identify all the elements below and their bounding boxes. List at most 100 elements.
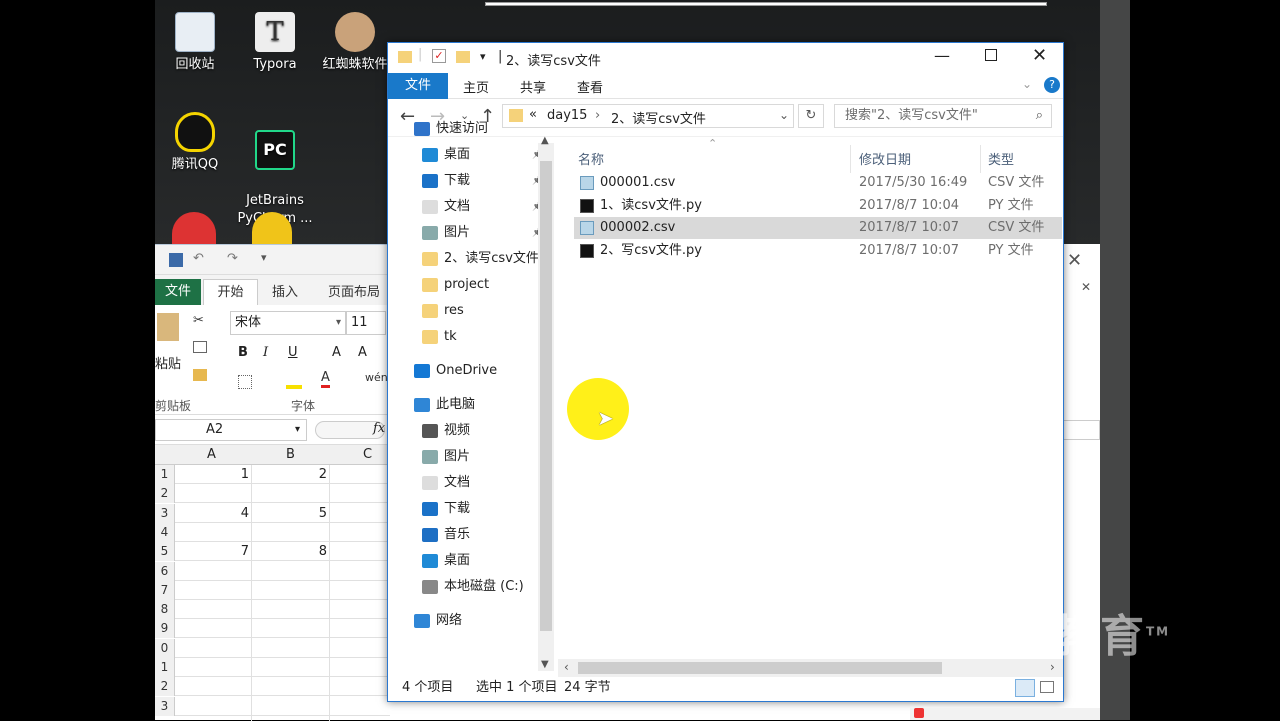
excel-formula-expand[interactable]: [1063, 420, 1100, 440]
file-row[interactable]: 2、写csv文件.py 2017/8/7 10:07 PY 文件: [574, 240, 1062, 262]
new-folder-icon[interactable]: [456, 51, 470, 63]
font-size-select[interactable]: 11: [346, 311, 386, 335]
nav-item[interactable]: 图片📌: [422, 221, 543, 245]
row-number[interactable]: 1: [155, 465, 175, 484]
scroll-down-icon[interactable]: ▼: [541, 659, 549, 670]
column-header-type[interactable]: 类型: [988, 149, 1014, 168]
cut-icon[interactable]: ✂: [193, 313, 204, 328]
save-icon[interactable]: [169, 253, 183, 267]
nav-item[interactable]: tk: [422, 325, 457, 349]
file-row[interactable]: 000002.csv 2017/8/7 10:07 CSV 文件: [574, 217, 1062, 239]
row-number[interactable]: 3: [155, 696, 175, 716]
refresh-button[interactable]: ↻: [798, 104, 824, 128]
nav-item[interactable]: 桌面: [422, 549, 470, 573]
row-number[interactable]: 0: [155, 638, 175, 658]
properties-icon[interactable]: ✓: [432, 49, 446, 63]
large-icons-view-icon[interactable]: [1040, 681, 1054, 693]
desktop-icon-red-spider[interactable]: 红蜘蛛软件: [315, 12, 395, 74]
nav-item[interactable]: 音乐: [422, 523, 470, 547]
excel-tab-home[interactable]: 开始: [203, 279, 258, 306]
ribbon-tab-file[interactable]: 文件: [388, 73, 448, 99]
nav-item[interactable]: 视频: [422, 419, 470, 443]
worksheet-grid[interactable]: 1122345457867890123: [155, 465, 390, 721]
row-number[interactable]: 2: [155, 677, 175, 697]
ribbon-tab-share[interactable]: 共享: [520, 77, 546, 96]
excel-ribbon-close-icon[interactable]: ✕: [1081, 280, 1091, 294]
cell-b[interactable]: 8: [305, 544, 327, 559]
nav-item[interactable]: 桌面📌: [422, 143, 543, 167]
column-header-c[interactable]: C: [363, 447, 372, 462]
breadcrumb-day15[interactable]: day15: [547, 108, 587, 123]
ime-toolbar[interactable]: [910, 708, 1100, 720]
excel-tab-page-layout[interactable]: 页面布局: [328, 281, 380, 300]
excel-tab-file[interactable]: 文件: [155, 279, 201, 305]
row-number[interactable]: 6: [155, 561, 175, 581]
file-row[interactable]: 1、读csv文件.py 2017/8/7 10:04 PY 文件: [574, 195, 1062, 217]
nav-item[interactable]: 文档: [422, 471, 470, 495]
customize-icon[interactable]: ▾: [261, 251, 267, 264]
nav-item[interactable]: 快速访问: [414, 117, 488, 141]
help-icon[interactable]: ?: [1044, 77, 1060, 93]
row-number[interactable]: 2: [155, 484, 175, 504]
breadcrumb-current[interactable]: 2、读写csv文件: [611, 108, 706, 127]
grow-font-button[interactable]: A: [332, 345, 341, 360]
bold-button[interactable]: B: [238, 345, 248, 360]
nav-item[interactable]: 2、读写csv文件: [422, 247, 539, 271]
nav-item[interactable]: 文档📌: [422, 195, 543, 219]
nav-item[interactable]: 此电脑: [414, 393, 475, 417]
name-box[interactable]: A2 ▾: [155, 419, 307, 441]
font-color-icon[interactable]: A: [321, 371, 330, 388]
close-button[interactable]: ✕: [1032, 45, 1047, 66]
undo-icon[interactable]: ↶: [193, 251, 204, 266]
nav-item[interactable]: project: [422, 273, 489, 297]
customize-toolbar-icon[interactable]: ▾: [480, 50, 486, 63]
row-number[interactable]: 9: [155, 619, 175, 639]
nav-item[interactable]: res: [422, 299, 464, 323]
excel-tab-insert[interactable]: 插入: [272, 281, 298, 300]
border-icon[interactable]: [238, 375, 252, 389]
file-row[interactable]: 000001.csv 2017/5/30 16:49 CSV 文件: [574, 172, 1062, 194]
excel-close-icon[interactable]: ✕: [1067, 250, 1082, 271]
expand-ribbon-icon[interactable]: ⌄: [1022, 77, 1032, 91]
h-scroll-thumb[interactable]: [578, 662, 942, 674]
scroll-left-icon[interactable]: ‹: [564, 660, 569, 674]
redo-icon[interactable]: ↷: [227, 251, 238, 266]
desktop-icon-recycle-bin[interactable]: 回收站: [155, 12, 235, 74]
phonetic-icon[interactable]: wén: [365, 371, 388, 384]
details-view-icon[interactable]: [1015, 679, 1035, 697]
address-bar[interactable]: « day15 › 2、读写csv文件 ⌄: [502, 104, 794, 128]
italic-button[interactable]: I: [263, 345, 268, 360]
paste-icon[interactable]: [157, 313, 179, 341]
row-number[interactable]: 8: [155, 600, 175, 620]
row-number[interactable]: 1: [155, 658, 175, 677]
cell-a[interactable]: 7: [225, 544, 249, 559]
nav-item[interactable]: 下载📌: [422, 169, 543, 193]
ribbon-tab-view[interactable]: 查看: [577, 77, 603, 96]
scroll-thumb[interactable]: [540, 161, 552, 631]
nav-item[interactable]: 本地磁盘 (C:): [422, 575, 524, 599]
font-name-select[interactable]: 宋体 ▾: [230, 311, 346, 335]
chevron-down-icon[interactable]: ⌄: [779, 108, 789, 122]
row-number[interactable]: 5: [155, 542, 175, 562]
ribbon-tab-home[interactable]: 主页: [463, 77, 489, 96]
copy-icon[interactable]: [193, 341, 207, 353]
nav-scrollbar[interactable]: ▲ ▼: [538, 135, 554, 671]
maximize-button[interactable]: [985, 49, 997, 61]
back-arrow-icon[interactable]: ←: [400, 106, 415, 127]
nav-item[interactable]: 下载: [422, 497, 470, 521]
column-header-date[interactable]: 修改日期: [859, 149, 911, 168]
column-header-name[interactable]: 名称: [578, 149, 604, 168]
desktop-icon-typora[interactable]: T Typora: [235, 12, 315, 74]
scroll-up-icon[interactable]: ▲: [541, 135, 549, 146]
format-painter-icon[interactable]: [193, 369, 207, 381]
input-method-icon[interactable]: [914, 708, 924, 718]
row-number[interactable]: 7: [155, 580, 175, 600]
search-input[interactable]: 搜索"2、读写csv文件" ⌕: [834, 104, 1052, 128]
breadcrumb-overflow[interactable]: «: [529, 107, 537, 122]
cell-b[interactable]: 5: [305, 506, 327, 521]
minimize-button[interactable]: —: [934, 46, 950, 65]
cell-b[interactable]: 2: [305, 467, 327, 482]
row-number[interactable]: 3: [155, 503, 175, 523]
cell-a[interactable]: 4: [225, 506, 249, 521]
column-header-a[interactable]: A: [207, 447, 216, 462]
